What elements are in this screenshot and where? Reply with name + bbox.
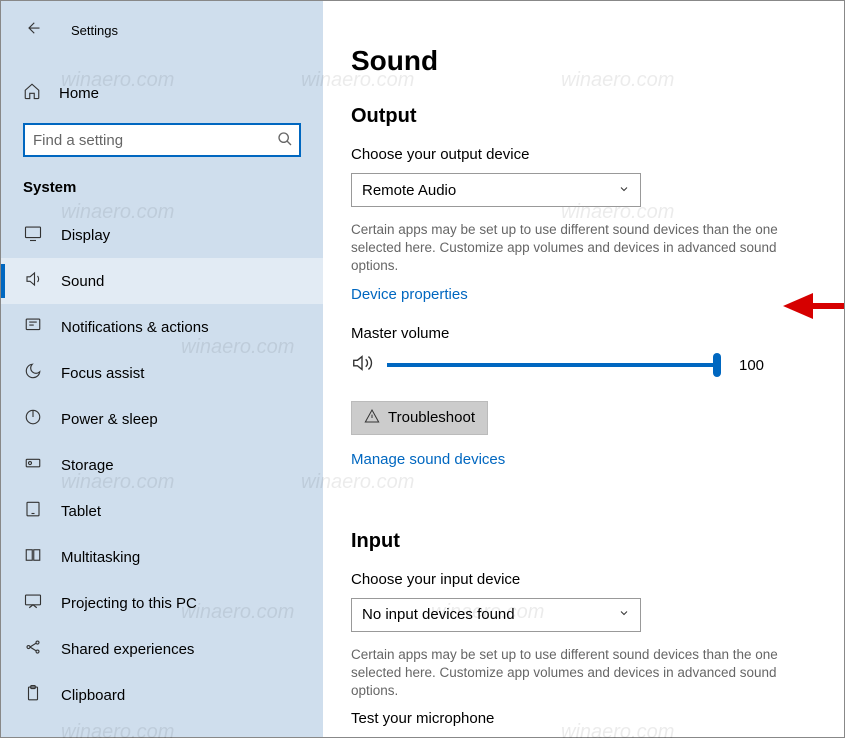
- input-heading: Input: [351, 530, 816, 553]
- back-button[interactable]: [23, 19, 41, 42]
- window-title: Settings: [71, 23, 118, 38]
- master-volume-label: Master volume: [351, 325, 816, 342]
- output-device-value: Remote Audio: [362, 182, 456, 199]
- sidebar-item-tablet[interactable]: Tablet: [1, 488, 323, 534]
- output-device-select[interactable]: Remote Audio: [351, 173, 641, 207]
- focus-icon: [23, 362, 43, 384]
- manage-sound-devices-link[interactable]: Manage sound devices: [351, 451, 505, 468]
- sidebar-item-label: Tablet: [61, 503, 101, 520]
- input-hint: Certain apps may be set up to use differ…: [351, 646, 796, 701]
- sidebar-item-home[interactable]: Home: [1, 72, 323, 115]
- chevron-down-icon: [618, 606, 630, 623]
- display-icon: [23, 224, 43, 246]
- projecting-icon: [23, 592, 43, 614]
- sidebar-item-shared[interactable]: Shared experiences: [1, 626, 323, 672]
- home-label: Home: [59, 85, 99, 102]
- sidebar-item-label: Multitasking: [61, 549, 140, 566]
- device-properties-link[interactable]: Device properties: [351, 286, 468, 303]
- page-title: Sound: [351, 45, 816, 77]
- settings-sidebar: Settings Home System Display Sound Notif…: [1, 1, 323, 737]
- input-choose-label: Choose your input device: [351, 571, 816, 588]
- tablet-icon: [23, 500, 43, 522]
- sidebar-item-notifications[interactable]: Notifications & actions: [1, 304, 323, 350]
- sidebar-item-sound[interactable]: Sound: [1, 258, 323, 304]
- clipboard-icon: [23, 684, 43, 706]
- sidebar-item-label: Display: [61, 227, 110, 244]
- input-device-select[interactable]: No input devices found: [351, 598, 641, 632]
- sidebar-item-label: Sound: [61, 273, 104, 290]
- output-choose-label: Choose your output device: [351, 146, 816, 163]
- volume-slider[interactable]: [387, 363, 717, 367]
- troubleshoot-label: Troubleshoot: [388, 409, 475, 426]
- output-heading: Output: [351, 105, 816, 128]
- search-input[interactable]: [23, 123, 301, 157]
- sidebar-item-label: Storage: [61, 457, 114, 474]
- main-content: Sound Output Choose your output device R…: [323, 1, 844, 737]
- sidebar-item-focus[interactable]: Focus assist: [1, 350, 323, 396]
- sidebar-item-label: Shared experiences: [61, 641, 194, 658]
- sidebar-item-label: Projecting to this PC: [61, 595, 197, 612]
- notifications-icon: [23, 316, 43, 338]
- sidebar-item-label: Clipboard: [61, 687, 125, 704]
- home-icon: [23, 82, 41, 105]
- test-mic-label: Test your microphone: [351, 710, 816, 727]
- search-icon: [277, 131, 293, 152]
- sidebar-item-power[interactable]: Power & sleep: [1, 396, 323, 442]
- sound-icon: [23, 270, 43, 292]
- sidebar-item-display[interactable]: Display: [1, 212, 323, 258]
- sidebar-item-multitasking[interactable]: Multitasking: [1, 534, 323, 580]
- volume-thumb[interactable]: [713, 353, 721, 377]
- chevron-down-icon: [618, 182, 630, 199]
- sidebar-item-label: Notifications & actions: [61, 319, 209, 336]
- troubleshoot-button[interactable]: Troubleshoot: [351, 401, 488, 435]
- volume-value: 100: [739, 357, 764, 374]
- storage-icon: [23, 454, 43, 476]
- sidebar-item-clipboard[interactable]: Clipboard: [1, 672, 323, 718]
- sidebar-item-label: Power & sleep: [61, 411, 158, 428]
- sidebar-group-title: System: [1, 179, 323, 212]
- output-hint: Certain apps may be set up to use differ…: [351, 221, 796, 276]
- input-device-value: No input devices found: [362, 606, 515, 623]
- volume-icon[interactable]: [351, 352, 373, 379]
- sidebar-item-projecting[interactable]: Projecting to this PC: [1, 580, 323, 626]
- sidebar-item-storage[interactable]: Storage: [1, 442, 323, 488]
- power-icon: [23, 408, 43, 430]
- shared-icon: [23, 638, 43, 660]
- multitasking-icon: [23, 546, 43, 568]
- warning-icon: [364, 408, 380, 428]
- sidebar-item-label: Focus assist: [61, 365, 144, 382]
